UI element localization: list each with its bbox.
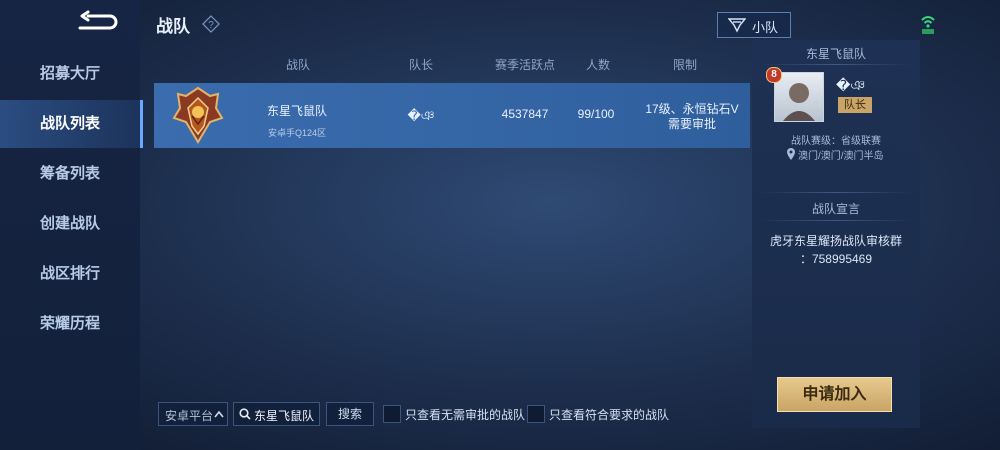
team-emblem-icon bbox=[172, 86, 224, 144]
detail-team-name: 东星飞鼠队 bbox=[805, 47, 866, 61]
search-button[interactable]: 搜索 bbox=[326, 402, 374, 426]
manifesto-line-1: 虎牙东星耀扬战队审核群 bbox=[769, 234, 902, 248]
manifesto-line-2: ：758995469 bbox=[799, 252, 873, 266]
sidebar-item-preparation-list[interactable]: 筹备列表 bbox=[0, 150, 140, 198]
meets-requirements-label: 只查看符合要求的战队 bbox=[549, 408, 670, 422]
restriction-approval: 需要审批 bbox=[667, 117, 716, 131]
column-header-restriction: 限制 bbox=[672, 58, 697, 72]
detail-captain-name: �ঞ bbox=[836, 77, 866, 93]
column-header-activity: 赛季活跃点 bbox=[494, 58, 555, 72]
avatar-portrait-icon bbox=[783, 83, 815, 121]
location-text: 澳门/澳门/澳门半岛 bbox=[798, 151, 884, 162]
squad-button-label: 小队 bbox=[752, 20, 779, 35]
captain-name: �ঞ bbox=[407, 108, 435, 123]
svg-text:?: ? bbox=[208, 20, 214, 31]
division-text: 战队赛级：省级联赛 bbox=[791, 136, 881, 147]
rank-badge: 8 bbox=[766, 67, 782, 83]
column-header-team: 战队 bbox=[285, 58, 310, 72]
wifi-signal-icon bbox=[921, 16, 935, 34]
team-server: 安卓手Q124区 bbox=[267, 128, 327, 138]
squad-icon bbox=[728, 18, 746, 33]
help-icon[interactable]: ? bbox=[202, 15, 220, 33]
column-header-captain: 队长 bbox=[408, 58, 433, 72]
no-approval-checkbox[interactable] bbox=[383, 405, 401, 423]
manifesto-title: 战队宣言 bbox=[811, 202, 860, 216]
page-title: 战队 bbox=[156, 17, 190, 36]
sidebar-item-team-list[interactable]: 战队列表 bbox=[0, 100, 143, 148]
sidebar-item-glory-history[interactable]: 荣耀历程 bbox=[0, 300, 140, 348]
sidebar-item-zone-ranking[interactable]: 战区排行 bbox=[0, 250, 140, 298]
no-approval-label: 只查看无需审批的战队 bbox=[405, 408, 526, 422]
platform-select-value: 安卓平台 bbox=[165, 409, 214, 423]
sidebar-item-create-team[interactable]: 创建战队 bbox=[0, 200, 140, 248]
meets-requirements-checkbox[interactable] bbox=[527, 405, 545, 423]
search-input[interactable]: 东星飞鼠队 bbox=[233, 402, 320, 426]
search-icon bbox=[239, 408, 251, 420]
sidebar-item-recruit-hall[interactable]: 招募大厅 bbox=[0, 50, 140, 98]
search-input-value: 东星飞鼠队 bbox=[254, 409, 315, 423]
sidebar: 招募大厅 战队列表 筹备列表 创建战队 战区排行 荣耀历程 bbox=[0, 0, 143, 450]
apply-join-button[interactable]: 申请加入 bbox=[777, 377, 892, 412]
team-name: 东星飞鼠队 bbox=[266, 104, 327, 118]
platform-select[interactable]: 安卓平台 bbox=[158, 402, 228, 426]
captain-role-badge: 队长 bbox=[838, 97, 872, 113]
team-detail-panel: 东星飞鼠队 8 �ঞ 队长 战队赛级：省级联赛 澳门/澳门/澳门半岛 战队宣言 … bbox=[752, 40, 920, 428]
column-header-members: 人数 bbox=[585, 58, 610, 72]
squad-button[interactable]: 小队 bbox=[717, 12, 791, 38]
location-pin-icon bbox=[786, 147, 798, 160]
table-row[interactable]: 东星飞鼠队 安卓手Q124区 �ঞ 4537847 99/100 17级、永恒钻… bbox=[154, 83, 750, 148]
back-arrow-icon[interactable] bbox=[72, 8, 118, 38]
chevron-up-icon bbox=[214, 410, 224, 418]
member-count: 99/100 bbox=[577, 107, 615, 121]
activity-points: 4537847 bbox=[501, 107, 549, 121]
avatar[interactable] bbox=[774, 72, 824, 122]
